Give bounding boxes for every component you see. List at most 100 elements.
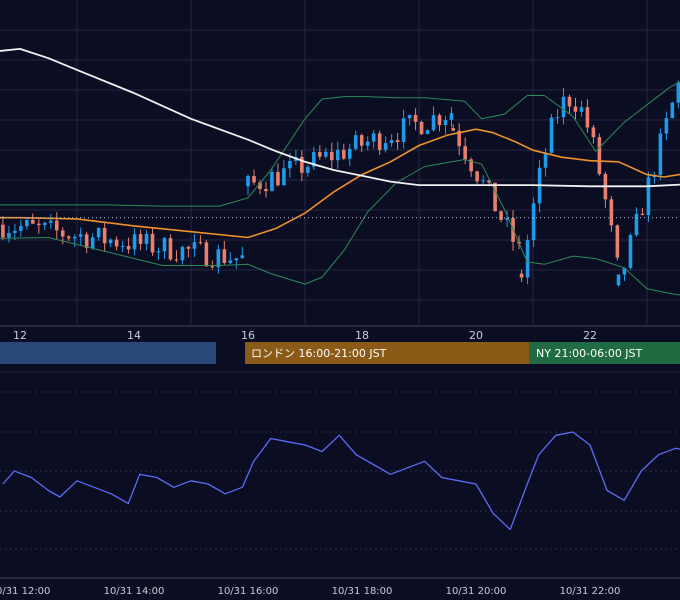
candle-up	[282, 168, 286, 186]
candle-up	[180, 246, 185, 261]
candle-up	[543, 152, 548, 168]
candle-up	[347, 148, 352, 159]
candle-down	[499, 211, 503, 220]
candle-up	[7, 232, 11, 238]
candle-up	[324, 151, 328, 157]
candle-up	[246, 176, 250, 187]
candle-up	[531, 203, 536, 241]
chart-canvas[interactable]: 12 14 16 18 20 22 ロンドン 16:00-21:00 JST NY 21:…	[0, 0, 680, 600]
candle-down	[186, 246, 191, 249]
candle-down	[413, 114, 418, 122]
oscillator-x-tick-label: 10/31 20:00	[446, 586, 507, 597]
candle-up	[670, 102, 675, 119]
candle-up	[555, 117, 560, 119]
main-x-tick-label: 18	[355, 329, 369, 342]
candle-down	[615, 225, 620, 258]
candle-up	[288, 161, 292, 169]
candle-down	[174, 259, 179, 261]
candle-down	[60, 230, 65, 237]
candle-down	[395, 140, 400, 142]
main-x-tick-label: 20	[469, 329, 483, 342]
candle-down	[204, 242, 209, 267]
candle-up	[48, 220, 53, 223]
candle-down	[150, 233, 155, 253]
candle-up	[353, 135, 358, 149]
candle-down	[210, 266, 215, 268]
candle-down	[609, 199, 614, 226]
candle-up	[132, 234, 137, 250]
candle-up	[72, 236, 77, 239]
candle-down	[519, 273, 524, 278]
candle-up	[431, 115, 436, 131]
main-x-tick-label: 22	[583, 329, 597, 342]
candle-up	[144, 233, 149, 244]
oscillator-x-tick-label: 10/31 14:00	[104, 586, 165, 597]
candle-up	[481, 180, 485, 182]
candle-up	[108, 239, 113, 244]
candle-up	[616, 274, 621, 286]
trading-chart: 12 14 16 18 20 22 ロンドン 16:00-21:00 JST NY 21:…	[0, 0, 680, 600]
candle-up	[120, 246, 125, 248]
candle-up	[335, 149, 340, 161]
candle-down	[591, 127, 596, 138]
candle-up	[365, 141, 370, 146]
main-x-tick-label: 16	[241, 329, 255, 342]
candle-up	[449, 113, 454, 121]
candle-down	[451, 128, 455, 131]
candle-down	[585, 107, 590, 128]
oscillator-x-tick-label: 10/31 18:00	[332, 586, 393, 597]
candle-down	[37, 223, 41, 226]
candle-down	[475, 171, 479, 182]
candle-down	[264, 188, 268, 192]
candle-up	[407, 114, 412, 119]
candle-down	[567, 96, 572, 107]
candle-down	[31, 220, 35, 224]
main-x-tick-label: 12	[13, 329, 27, 342]
candle-up	[371, 133, 376, 142]
candle-down	[102, 227, 107, 244]
candle-down	[377, 133, 382, 150]
candle-down	[493, 182, 497, 212]
oscillator-x-tick-label: 10/31 12:00	[0, 586, 50, 597]
main-x-tick-label: 14	[127, 329, 141, 342]
candle-down	[138, 234, 143, 244]
candle-up	[19, 226, 23, 231]
candle-up	[425, 130, 430, 135]
candle-down	[84, 234, 89, 248]
candle-up	[634, 213, 639, 236]
candle-up	[383, 143, 388, 150]
oscillator-x-tick-label: 10/31 22:00	[560, 586, 621, 597]
candle-up	[240, 255, 245, 259]
candle-up	[13, 230, 17, 233]
candle-down	[597, 137, 602, 174]
candle-up	[270, 171, 274, 192]
candle-up	[306, 166, 310, 173]
candle-up	[579, 107, 584, 112]
candle-up	[162, 238, 167, 252]
candle-down	[66, 236, 71, 239]
candle-up	[228, 260, 233, 263]
candle-down	[419, 121, 424, 135]
candle-up	[90, 237, 95, 248]
session-ny-label: NY 21:00-06:00 JST	[536, 347, 643, 360]
candle-up	[234, 258, 239, 261]
candle-down	[222, 249, 227, 263]
candle-down	[126, 246, 131, 250]
candle-up	[156, 251, 161, 253]
candle-down	[1, 224, 5, 238]
candle-down	[463, 146, 467, 160]
candle-up	[25, 220, 29, 227]
candle-up	[42, 222, 47, 226]
candle-down	[573, 106, 578, 112]
session-tokyo	[0, 342, 216, 364]
candle-up	[78, 234, 83, 237]
candle-up	[192, 242, 197, 249]
candle-down	[318, 152, 322, 157]
candle-down	[359, 135, 364, 146]
candle-down	[168, 238, 173, 260]
candle-up	[664, 118, 669, 134]
candle-up	[549, 117, 554, 153]
candle-up	[216, 249, 221, 268]
candle-down	[198, 242, 203, 244]
candle-down	[276, 171, 280, 186]
